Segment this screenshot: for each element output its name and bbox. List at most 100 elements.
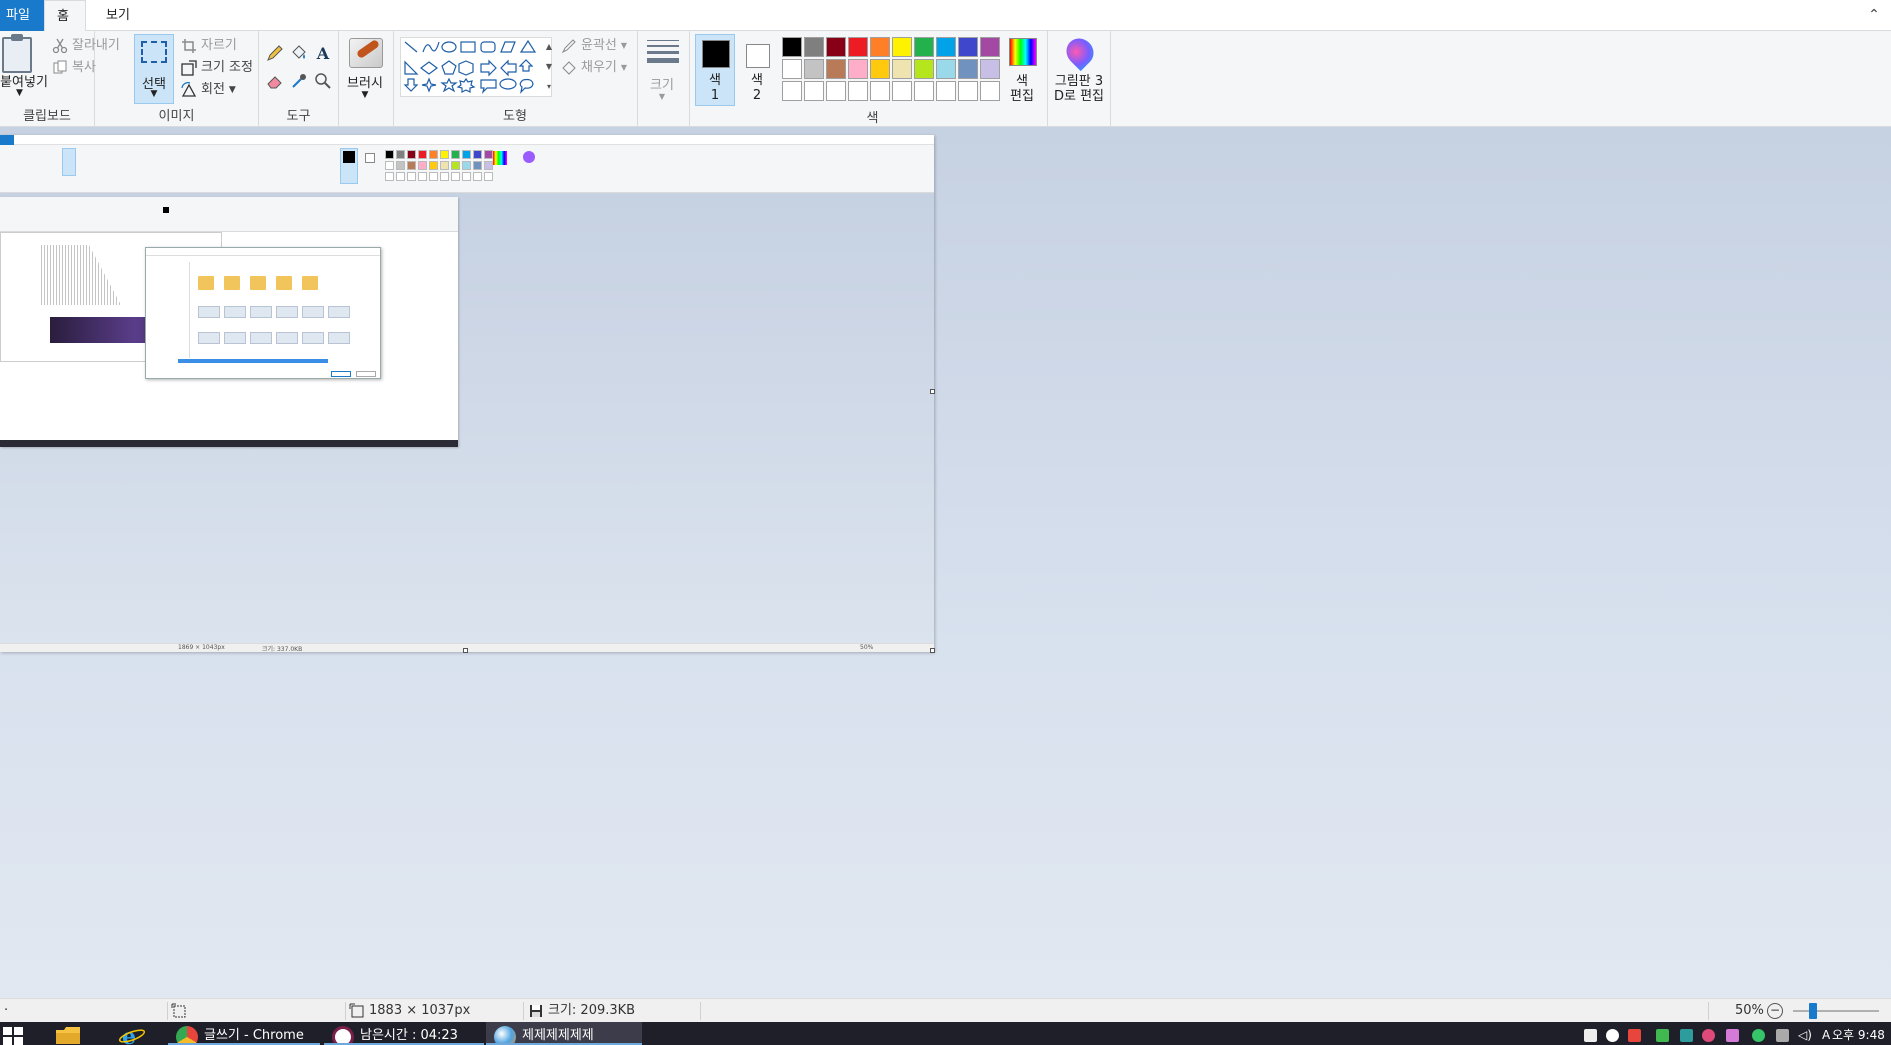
- tray-app-icon[interactable]: [1776, 1029, 1789, 1042]
- color-swatch[interactable]: [804, 37, 824, 57]
- tray-app-icon[interactable]: [1628, 1029, 1641, 1042]
- color-swatch[interactable]: [958, 59, 978, 79]
- taskbar-app-timer[interactable]: 남은시간 : 04:23: [324, 1022, 484, 1045]
- collapse-ribbon-icon[interactable]: ⌃: [1865, 6, 1883, 24]
- tray-ime-indicator[interactable]: A: [1822, 1022, 1830, 1045]
- color-swatch[interactable]: [848, 59, 868, 79]
- color-swatch[interactable]: [782, 59, 802, 79]
- color-swatch[interactable]: [980, 59, 1000, 79]
- color-swatch[interactable]: [914, 81, 934, 101]
- color-swatch[interactable]: [804, 81, 824, 101]
- copy-button[interactable]: 복사: [52, 58, 96, 78]
- tray-app-icon[interactable]: [1752, 1029, 1765, 1042]
- size-button[interactable]: 크기 ▼: [641, 34, 683, 106]
- eraser-icon[interactable]: [265, 72, 285, 92]
- shapes-scroll-icon[interactable]: ▲ ▼ ▾: [544, 37, 554, 97]
- color-swatch[interactable]: [914, 37, 934, 57]
- color1-chip: [702, 40, 730, 68]
- taskbar-app-paint[interactable]: 제제제제제제: [486, 1022, 642, 1045]
- start-button[interactable]: [0, 1025, 26, 1045]
- color-swatch[interactable]: [958, 81, 978, 101]
- color-swatch[interactable]: [826, 59, 846, 79]
- rotate-button[interactable]: 회전 ▼: [181, 80, 236, 100]
- rotate-icon: [181, 82, 197, 98]
- color-swatch[interactable]: [848, 81, 868, 101]
- nested-color-swatch: [473, 172, 482, 181]
- color-swatch[interactable]: [892, 81, 912, 101]
- color-swatch[interactable]: [870, 59, 890, 79]
- rotate-dropdown-icon[interactable]: ▼: [229, 80, 236, 100]
- color-swatch[interactable]: [870, 37, 890, 57]
- shapes-gallery[interactable]: [400, 37, 552, 97]
- taskbar-app-chrome[interactable]: 글쓰기 - Chrome: [168, 1022, 320, 1045]
- color2-button[interactable]: 색2: [737, 34, 777, 106]
- color-swatch[interactable]: [980, 81, 1000, 101]
- paste-dropdown-icon[interactable]: ▼: [16, 88, 23, 98]
- color-swatch[interactable]: [848, 37, 868, 57]
- tray-clock[interactable]: 오후 9:48: [1832, 1022, 1885, 1045]
- file-explorer-icon[interactable]: [54, 1024, 82, 1044]
- edit-colors-label: 색 편집: [1010, 74, 1034, 104]
- crop-button[interactable]: 자르기: [181, 36, 237, 56]
- color2-chip: [746, 44, 770, 68]
- fill-button[interactable]: 채우기 ▼: [561, 58, 627, 78]
- magnifier-icon[interactable]: [313, 72, 333, 92]
- color-swatch[interactable]: [782, 37, 802, 57]
- canvas-resize-handle-corner[interactable]: [930, 648, 935, 653]
- outline-dropdown-icon[interactable]: ▼: [621, 36, 627, 56]
- text-tool-icon[interactable]: A: [313, 44, 333, 64]
- tray-app-icon[interactable]: [1656, 1029, 1669, 1042]
- tray-volume-icon[interactable]: ◁): [1798, 1022, 1812, 1045]
- tray-app-icon[interactable]: [1606, 1029, 1619, 1042]
- color-swatch[interactable]: [980, 37, 1000, 57]
- tab-view[interactable]: 보기: [94, 0, 142, 31]
- brushes-button[interactable]: 브러시 ▼: [343, 34, 387, 106]
- tray-app-icon[interactable]: [1702, 1029, 1715, 1042]
- nested-color-swatch: [473, 161, 482, 170]
- edit-colors-button[interactable]: 색 편집: [1000, 34, 1044, 106]
- paste-icon[interactable]: [2, 34, 32, 73]
- color-swatch[interactable]: [892, 37, 912, 57]
- select-marquee-icon: [141, 41, 167, 63]
- select-dropdown-icon[interactable]: ▼: [135, 89, 173, 99]
- color-swatch[interactable]: [826, 81, 846, 101]
- tab-home[interactable]: 홈: [44, 0, 86, 32]
- color-swatch[interactable]: [826, 37, 846, 57]
- outline-button[interactable]: 윤곽선 ▼: [561, 36, 627, 56]
- nested-color-swatch: [451, 150, 460, 159]
- color-swatch[interactable]: [870, 81, 890, 101]
- zoom-slider-track[interactable]: [1793, 1010, 1879, 1012]
- tray-network-icon[interactable]: [1584, 1029, 1597, 1042]
- color-swatch[interactable]: [936, 59, 956, 79]
- color-swatch[interactable]: [892, 59, 912, 79]
- tray-app-icon[interactable]: [1680, 1029, 1693, 1042]
- brushes-dropdown-icon[interactable]: ▼: [343, 90, 387, 100]
- pencil-icon[interactable]: [265, 44, 285, 64]
- paste-button[interactable]: 붙여넣기: [0, 71, 48, 90]
- rotate-label: 회전: [201, 82, 225, 97]
- drawing-canvas[interactable]: 1869 × 1043px 크기: 337.0KB 50%: [0, 135, 934, 652]
- color-picker-icon[interactable]: [289, 72, 309, 92]
- resize-button[interactable]: 크기 조정: [181, 58, 253, 78]
- edit-with-paint3d-button[interactable]: 그림판 3 D로 편집: [1051, 32, 1107, 106]
- zoom-out-button[interactable]: −: [1767, 1003, 1783, 1019]
- tray-app-icon[interactable]: [1726, 1029, 1739, 1042]
- divider: [689, 31, 690, 127]
- color1-button[interactable]: 색1: [695, 34, 735, 106]
- color-swatch[interactable]: [958, 37, 978, 57]
- canvas-resize-handle-bottom[interactable]: [463, 648, 468, 653]
- zoom-slider-thumb[interactable]: [1809, 1003, 1817, 1019]
- fill-dropdown-icon[interactable]: ▼: [621, 58, 627, 78]
- color-swatch[interactable]: [936, 81, 956, 101]
- size-dropdown-icon[interactable]: ▼: [641, 92, 683, 101]
- select-button[interactable]: 선택 ▼: [134, 34, 174, 104]
- color-swatch[interactable]: [782, 81, 802, 101]
- internet-explorer-icon[interactable]: e: [118, 1024, 146, 1045]
- windows-logo-icon: [3, 1027, 12, 1035]
- tab-file[interactable]: 파일: [0, 0, 44, 31]
- color-swatch[interactable]: [914, 59, 934, 79]
- canvas-resize-handle-right[interactable]: [930, 389, 935, 394]
- color-swatch[interactable]: [804, 59, 824, 79]
- fill-bucket-icon[interactable]: [289, 44, 309, 64]
- color-swatch[interactable]: [936, 37, 956, 57]
